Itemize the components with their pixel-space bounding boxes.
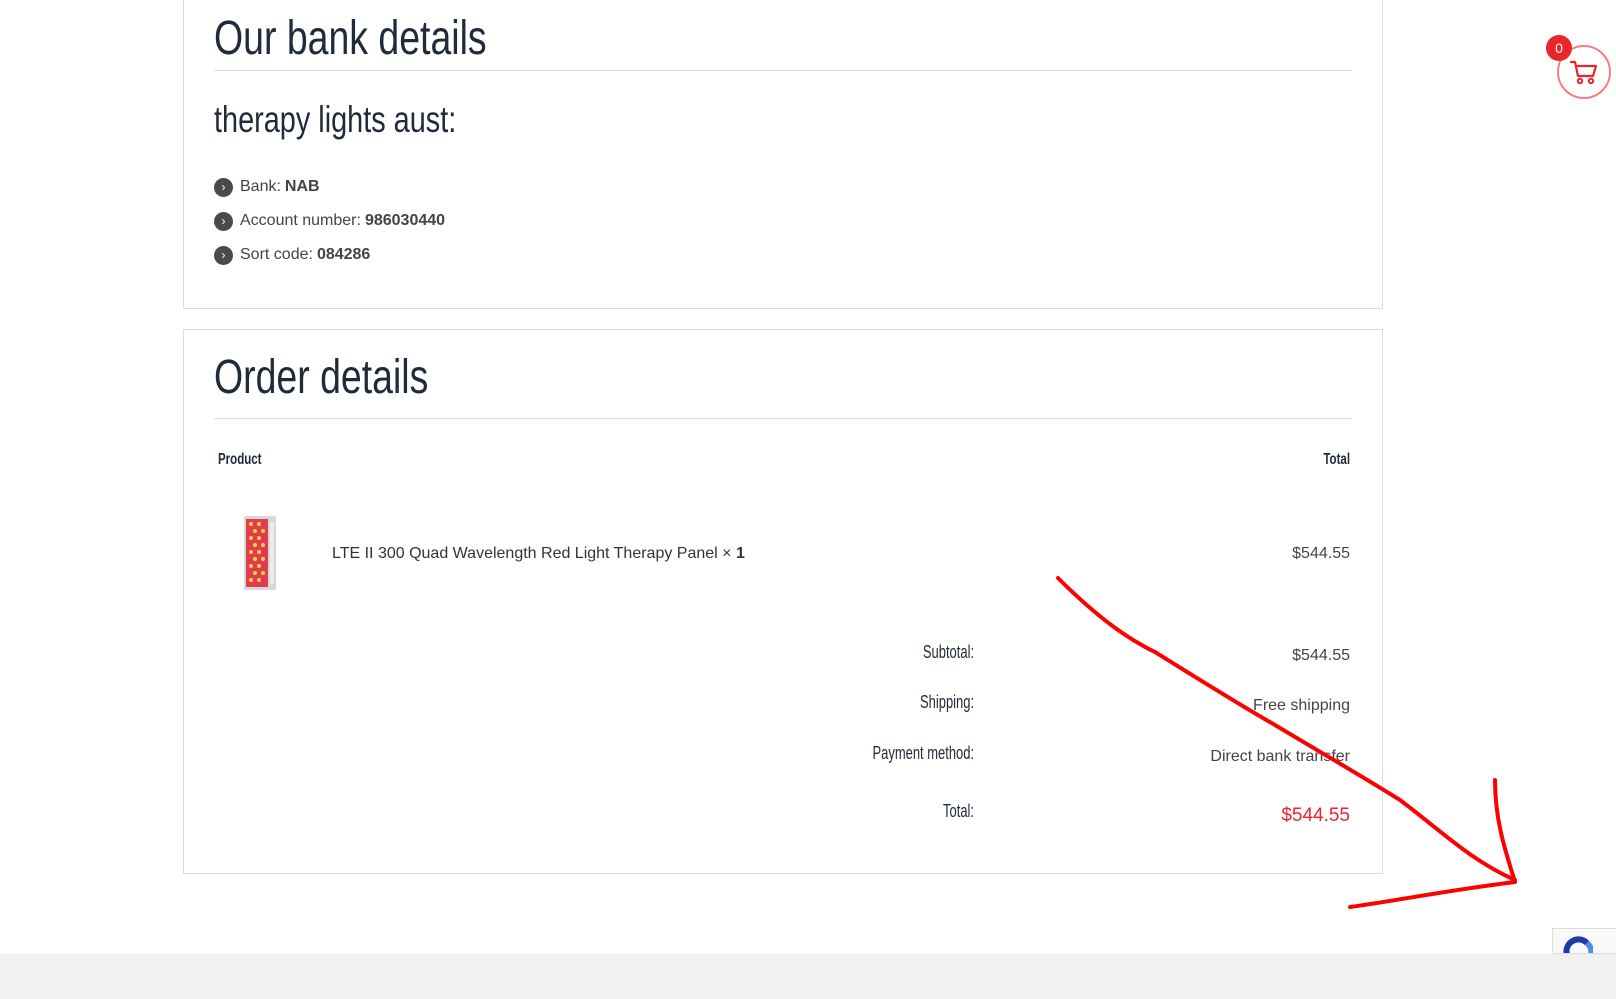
bank-item: › Bank: NAB: [214, 170, 445, 204]
payment-method-value: Direct bank transfer: [1210, 748, 1350, 765]
total-value: $544.55: [1281, 805, 1350, 826]
account-number-item: › Account number: 986030440: [214, 204, 445, 238]
total-label: Total:: [943, 801, 974, 821]
order-details-title: Order details: [214, 351, 429, 404]
recaptcha-icon: [1563, 936, 1595, 953]
subtotal-value: $544.55: [1292, 647, 1350, 664]
recaptcha-badge[interactable]: [1552, 928, 1616, 954]
product-name: LTE II 300 Quad Wavelength Red Light The…: [332, 545, 718, 562]
sort-code-label: Sort code:: [240, 246, 313, 263]
total-column-header: Total: [1323, 451, 1350, 468]
divider: [214, 418, 1352, 419]
product-column-header: Product: [218, 451, 262, 468]
shipping-label: Shipping:: [919, 692, 974, 712]
bank-details-list: › Bank: NAB › Account number: 986030440 …: [214, 170, 445, 272]
bank-value: NAB: [284, 178, 320, 195]
payment-method-label: Payment method:: [872, 743, 974, 763]
product-thumbnail[interactable]: [242, 514, 278, 592]
divider: [214, 70, 1352, 71]
floating-cart-button[interactable]: 0: [1546, 35, 1613, 101]
sort-code-value: 084286: [316, 246, 371, 263]
chevron-right-icon: ›: [214, 211, 233, 231]
account-name: therapy lights aust:: [214, 99, 457, 140]
bank-details-title: Our bank details: [214, 12, 487, 65]
sort-code-item: › Sort code: 084286: [214, 238, 445, 272]
chevron-right-icon: ›: [214, 245, 233, 265]
account-number-label: Account number:: [240, 212, 361, 229]
order-details-card: Order details Product Total LTE II 300 Q…: [183, 329, 1383, 874]
product-quantity: 1: [735, 545, 745, 562]
subtotal-label: Subtotal:: [922, 642, 974, 662]
bank-label: Bank:: [240, 178, 281, 195]
shopping-cart-icon: [1570, 60, 1598, 85]
cart-count-badge: 0: [1546, 35, 1572, 61]
product-link[interactable]: LTE II 300 Quad Wavelength Red Light The…: [332, 545, 745, 563]
chevron-right-icon: ›: [214, 177, 233, 197]
shipping-value: Free shipping: [1253, 697, 1350, 714]
line-item-price: $544.55: [1292, 545, 1350, 562]
account-number-value: 986030440: [364, 212, 446, 229]
footer-band: [0, 954, 1616, 999]
bank-details-card: Our bank details therapy lights aust: › …: [183, 0, 1383, 309]
quantity-separator: ×: [722, 545, 732, 562]
